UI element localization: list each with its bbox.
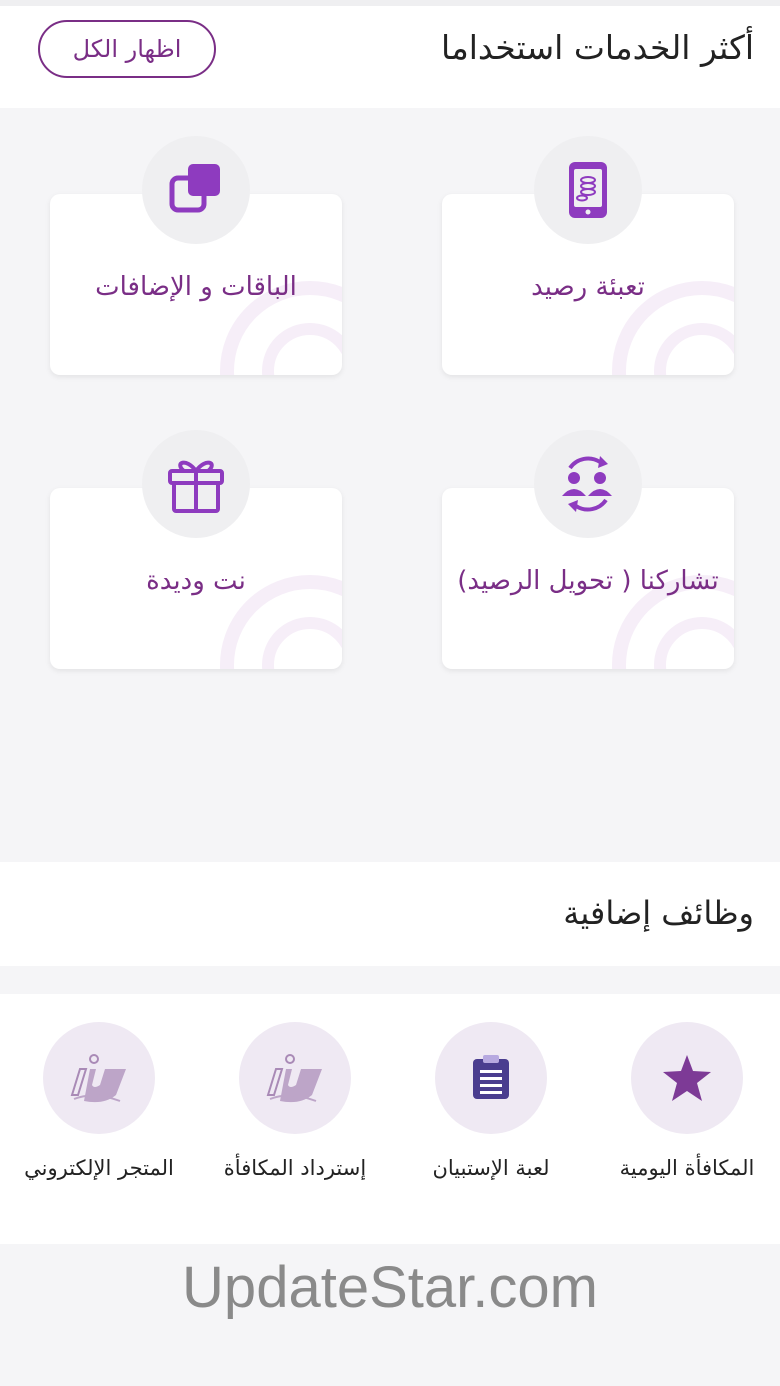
show-all-button[interactable]: اظهار الكل (38, 20, 216, 78)
users-transfer-icon (534, 430, 642, 538)
star-icon (631, 1022, 743, 1134)
brand-logo-icon (43, 1022, 155, 1134)
extra-label: المتجر الإلكتروني (24, 1156, 174, 1180)
extra-survey-game[interactable]: لعبة الإستبيان (393, 994, 589, 1244)
extra-reward-redeem[interactable]: إسترداد المكافأة (197, 994, 393, 1244)
extra-label: المكافأة اليومية (619, 1156, 755, 1180)
clipboard-icon (435, 1022, 547, 1134)
most-used-header: أكثر الخدمات استخداما اظهار الكل (0, 6, 780, 108)
watermark: UpdateStar.com (182, 1255, 598, 1320)
extra-label: إسترداد المكافأة (223, 1156, 367, 1180)
mobile-coins-icon (534, 136, 642, 244)
extra-daily-reward[interactable]: المكافأة اليومية (589, 994, 780, 1244)
divider (0, 966, 780, 994)
extras-list: المكافأة اليومية لعبة الإستبيان إسترداد (0, 994, 780, 1244)
footer: UpdateStar.com (0, 1244, 780, 1386)
extra-label: لعبة الإستبيان (432, 1156, 550, 1180)
extras-header: وظائف إضافية (0, 862, 780, 966)
brand-logo-icon (239, 1022, 351, 1134)
service-label: نت وديدة (146, 566, 246, 596)
extra-e-store[interactable]: المتجر الإلكتروني (1, 994, 197, 1244)
gift-icon (142, 430, 250, 538)
service-label: الباقات و الإضافات (95, 272, 297, 302)
section-title: وظائف إضافية (563, 894, 754, 932)
service-label: تشاركنا ( تحويل الرصيد) (457, 566, 719, 596)
service-label: تعبئة رصيد (531, 272, 645, 302)
layers-icon (142, 136, 250, 244)
section-title: أكثر الخدمات استخداما (441, 28, 754, 67)
services-grid: تعبئة رصيد الباقات و الإضافات تشاركنا ( … (0, 108, 780, 862)
